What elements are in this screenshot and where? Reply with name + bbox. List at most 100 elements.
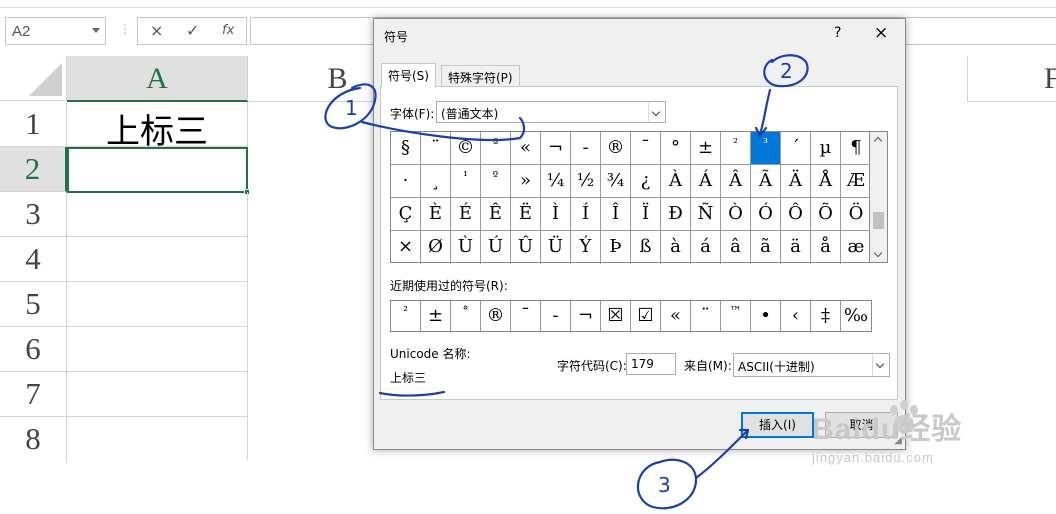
symbol-grid[interactable]: § ¨ © ª «¬ - ® ¯ ° ± ² ³ ´ µ ¶ · ¸ ¹ º» ¼ ½ ¾ ¿ À Á Â Ã Ä Å Æ Ç È É Ê Ë Ì Í Î… <box>390 131 871 264</box>
symbol-cell[interactable]: Ð <box>661 198 691 231</box>
symbol-cell[interactable]: ± <box>691 132 721 165</box>
recent-symbol-cell[interactable]: ☑ <box>631 301 661 331</box>
recent-symbol-cell[interactable]: ¬ <box>571 301 601 331</box>
cancel-entry-icon[interactable]: × <box>150 21 163 40</box>
symbol-cell[interactable]: ¹ <box>451 165 481 198</box>
symbol-cell[interactable]: Ù <box>451 231 481 264</box>
recent-symbol-cell[interactable]: ‰ <box>841 301 871 331</box>
row-header-5[interactable]: 5 <box>0 282 67 327</box>
symbol-cell[interactable]: ¨ <box>421 132 451 165</box>
recent-symbol-cell[interactable]: ™ <box>721 301 751 331</box>
recent-symbol-cell[interactable]: ¨ <box>691 301 721 331</box>
symbol-cell[interactable]: Á <box>691 165 721 198</box>
cell-a6[interactable] <box>67 327 248 372</box>
symbol-cell[interactable]: · <box>391 165 421 198</box>
symbol-cell[interactable]: ¾ <box>601 165 631 198</box>
font-select[interactable]: (普通文本) <box>436 101 666 123</box>
symbol-cell[interactable]: Ø <box>421 231 451 264</box>
symbol-cell[interactable]: Æ <box>841 165 871 198</box>
symbol-cell[interactable]: â <box>721 231 751 264</box>
recent-symbol-cell[interactable]: • <box>751 301 781 331</box>
symbol-cell[interactable]: Õ <box>811 198 841 231</box>
symbol-cell[interactable]: § <box>391 132 421 165</box>
help-button[interactable]: ? <box>834 25 841 41</box>
cell-a8[interactable] <box>67 417 248 460</box>
insert-function-icon[interactable]: fx <box>222 23 234 38</box>
symbol-cell[interactable]: Ô <box>781 198 811 231</box>
symbol-cell[interactable]: Ö <box>841 198 871 231</box>
symbol-cell[interactable]: Ò <box>721 198 751 231</box>
cell-a7[interactable] <box>67 372 248 417</box>
recent-symbol-cell[interactable]: ‡ <box>811 301 841 331</box>
symbol-cell[interactable]: É <box>451 198 481 231</box>
symbol-cell[interactable]: Ý <box>571 231 601 264</box>
symbol-cell[interactable]: Ú <box>481 231 511 264</box>
recent-symbol-cell[interactable]: ± <box>421 301 451 331</box>
insert-button[interactable]: 插入(I) <box>741 412 814 438</box>
cell-a2-selected[interactable] <box>67 147 250 195</box>
symbol-cell[interactable]: ª <box>481 132 511 165</box>
symbol-cell[interactable]: Í <box>571 198 601 231</box>
symbol-cell[interactable]: ¯ <box>631 132 661 165</box>
row-header-7[interactable]: 7 <box>0 372 67 417</box>
symbol-cell[interactable]: ¬ <box>541 132 571 165</box>
recent-symbol-cell[interactable]: - <box>541 301 571 331</box>
recent-symbols-row[interactable]: ² ± ° ® ¯ - ¬ ☒ ☑ «¨ ™ • ‹ ‡ ‰ <box>390 300 872 332</box>
symbol-cell[interactable]: ß <box>631 231 661 264</box>
confirm-entry-icon[interactable]: ✓ <box>186 21 199 40</box>
row-header-3[interactable]: 3 <box>0 192 67 237</box>
symbol-cell[interactable]: ½ <box>571 165 601 198</box>
cell-a3[interactable] <box>67 192 248 237</box>
row-header-1[interactable]: 1 <box>0 102 67 147</box>
symbol-cell[interactable]: à <box>661 231 691 264</box>
symbol-cell[interactable]: Ê <box>481 198 511 231</box>
symbol-cell[interactable]: Ï <box>631 198 661 231</box>
recent-symbol-cell[interactable]: ‹ <box>781 301 811 331</box>
symbol-cell[interactable]: º <box>481 165 511 198</box>
row-header-8[interactable]: 8 <box>0 417 67 462</box>
symbol-cell[interactable]: ¶ <box>841 132 871 165</box>
select-all-corner[interactable] <box>0 56 67 101</box>
recent-symbol-cell[interactable]: ¯ <box>511 301 541 331</box>
cell-a5[interactable] <box>67 282 248 327</box>
chevron-down-icon[interactable] <box>92 28 100 33</box>
recent-symbol-cell[interactable]: ° <box>451 301 481 331</box>
symbol-cell[interactable]: Å <box>811 165 841 198</box>
chevron-down-icon[interactable] <box>648 102 665 122</box>
symbol-cell[interactable]: ° <box>661 132 691 165</box>
symbol-cell[interactable]: Ñ <box>691 198 721 231</box>
from-select[interactable]: ASCII(十进制) <box>733 353 890 377</box>
symbol-cell-selected[interactable]: ³ <box>751 132 781 165</box>
symbol-grid-scrollbar[interactable] <box>870 131 888 263</box>
symbol-cell[interactable]: - <box>571 132 601 165</box>
scroll-down-icon[interactable] <box>873 248 883 258</box>
symbol-cell[interactable]: á <box>691 231 721 264</box>
scroll-thumb[interactable] <box>873 212 884 229</box>
symbol-cell[interactable]: Ó <box>751 198 781 231</box>
recent-symbol-cell[interactable]: ² <box>391 301 421 331</box>
scroll-up-icon[interactable] <box>873 136 883 146</box>
symbol-cell[interactable]: ® <box>601 132 631 165</box>
tab-symbols[interactable]: 符号(S) <box>381 63 436 87</box>
symbol-cell[interactable]: È <box>421 198 451 231</box>
row-header-2[interactable]: 2 <box>0 147 67 192</box>
close-icon[interactable]: × <box>874 23 888 43</box>
symbol-cell[interactable]: ¼ <box>541 165 571 198</box>
char-code-input[interactable]: 179 <box>626 353 676 375</box>
column-header-f[interactable]: F <box>968 56 1056 102</box>
column-header-a[interactable]: A <box>67 56 248 102</box>
symbol-cell[interactable]: Ã <box>751 165 781 198</box>
symbol-cell[interactable]: Ç <box>391 198 421 231</box>
symbol-cell[interactable]: « <box>511 132 541 165</box>
symbol-cell[interactable]: Û <box>511 231 541 264</box>
symbol-cell[interactable]: ² <box>721 132 751 165</box>
symbol-cell[interactable]: » <box>511 165 541 198</box>
symbol-cell[interactable]: æ <box>841 231 871 264</box>
symbol-cell[interactable]: Ë <box>511 198 541 231</box>
symbol-cell[interactable]: å <box>811 231 841 264</box>
symbol-cell[interactable]: ¿ <box>631 165 661 198</box>
symbol-cell[interactable]: Ü <box>541 231 571 264</box>
symbol-cell[interactable]: Ì <box>541 198 571 231</box>
symbol-cell[interactable]: Î <box>601 198 631 231</box>
symbol-cell[interactable]: © <box>451 132 481 165</box>
